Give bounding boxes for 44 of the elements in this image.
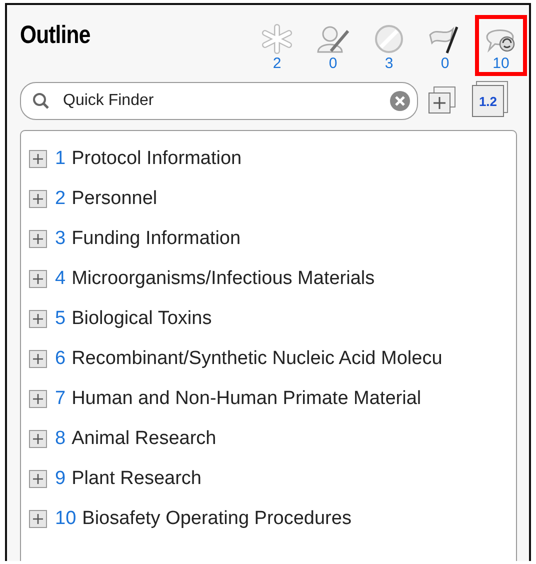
filter-count: 0: [440, 55, 450, 72]
expand-toggle[interactable]: [29, 390, 47, 408]
filter-count: 2: [272, 55, 282, 72]
expand-toggle[interactable]: [29, 430, 47, 448]
section-number: 5: [55, 308, 66, 330]
filter-count: 10: [492, 55, 510, 72]
expand-toggle[interactable]: [29, 350, 47, 368]
expand-toggle[interactable]: [29, 270, 47, 288]
expand-toggle[interactable]: [29, 230, 47, 248]
filter-count: 3: [384, 55, 394, 72]
search-field[interactable]: Quick Finder: [20, 82, 418, 120]
section-number: 9: [55, 468, 66, 490]
section-number: 8: [55, 428, 66, 450]
expand-toggle[interactable]: [29, 470, 47, 488]
section-title[interactable]: Protocol Information: [72, 148, 242, 170]
panel-title: Outline: [20, 21, 90, 50]
expand-toggle[interactable]: [29, 510, 47, 528]
filter-count: 0: [328, 55, 338, 72]
expand-toggle[interactable]: [29, 190, 47, 208]
section-number: 1: [55, 148, 66, 170]
section-number: 3: [55, 228, 66, 250]
section-title[interactable]: Human and Non-Human Primate Material: [72, 388, 422, 410]
section-title[interactable]: Biological Toxins: [72, 308, 212, 330]
section-title[interactable]: Personnel: [72, 188, 158, 210]
section-title[interactable]: Biosafety Operating Procedures: [82, 508, 352, 530]
section-title[interactable]: Plant Research: [72, 468, 202, 490]
section-number: 4: [55, 268, 66, 290]
filter-button[interactable]: 10: [475, 15, 527, 76]
section-number: 10: [55, 508, 76, 530]
expand-toggle[interactable]: [29, 310, 47, 328]
section-number: 2: [55, 188, 66, 210]
section-title[interactable]: Funding Information: [72, 228, 241, 250]
filter-button[interactable]: 3: [363, 15, 415, 76]
filter-button[interactable]: 2: [251, 15, 303, 76]
clear-icon[interactable]: [390, 91, 410, 111]
section-title[interactable]: Microorganisms/Infectious Materials: [72, 268, 375, 290]
expand-toggle[interactable]: [29, 150, 47, 168]
section-number: 7: [55, 388, 66, 410]
filter-button[interactable]: 0: [307, 15, 359, 76]
section-number: 6: [55, 348, 66, 370]
asterisk-icon: [259, 23, 295, 55]
section-title[interactable]: Animal Research: [72, 428, 216, 450]
section-title[interactable]: Recombinant/Synthetic Nucleic Acid Molecu: [72, 348, 442, 370]
filter-button[interactable]: 0: [419, 15, 471, 76]
